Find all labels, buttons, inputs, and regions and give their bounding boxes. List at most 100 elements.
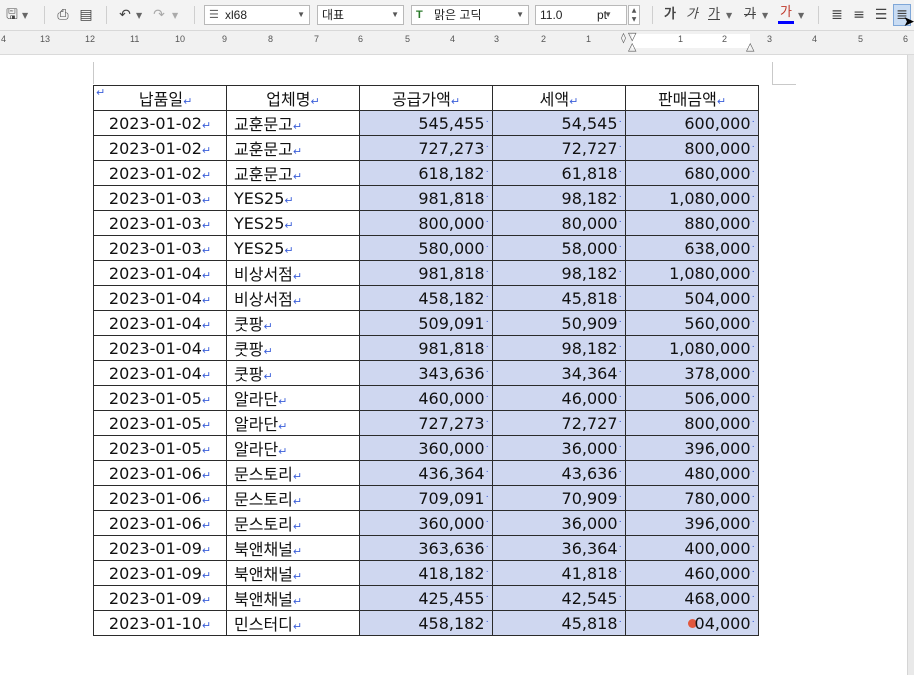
total-cell[interactable]: 396,000˙ <box>625 435 759 461</box>
redo-icon[interactable]: ↷ <box>150 5 168 25</box>
font-color-button[interactable]: 가 <box>778 4 794 24</box>
date-cell[interactable]: 2023-01-03↵ <box>93 210 227 236</box>
company-cell[interactable]: 북앤채널↵ <box>226 585 360 611</box>
supply-cell[interactable]: 360,000˙ <box>359 435 493 461</box>
company-cell[interactable]: 교훈문고↵ <box>226 110 360 136</box>
italic-button[interactable]: 가 <box>684 5 700 25</box>
date-cell[interactable]: 2023-01-09↵ <box>93 560 227 586</box>
company-cell[interactable]: 알라단↵ <box>226 385 360 411</box>
date-cell[interactable]: 2023-01-04↵ <box>93 260 227 286</box>
tax-cell[interactable]: 36,000˙ <box>492 510 626 536</box>
undo-icon[interactable]: ↶ <box>116 5 134 25</box>
total-cell[interactable]: 378,000˙ <box>625 360 759 386</box>
date-cell[interactable]: 2023-01-09↵ <box>93 535 227 561</box>
date-cell[interactable]: 2023-01-05↵ <box>93 435 227 461</box>
company-cell[interactable]: YES25↵ <box>226 210 360 236</box>
company-cell[interactable]: 교훈문고↵ <box>226 135 360 161</box>
tax-cell[interactable]: 72,727˙ <box>492 410 626 436</box>
supply-cell[interactable]: 981,818˙ <box>359 335 493 361</box>
date-cell[interactable]: 2023-01-04↵ <box>93 335 227 361</box>
total-cell[interactable]: 04,000˙ <box>625 610 759 636</box>
tax-cell[interactable]: 50,909˙ <box>492 310 626 336</box>
total-cell[interactable]: 880,000˙ <box>625 210 759 236</box>
tax-cell[interactable]: 58,000˙ <box>492 235 626 261</box>
underline-button[interactable]: 가 <box>706 5 722 25</box>
underline-dropdown-icon[interactable]: ▼ <box>726 6 732 26</box>
supply-cell[interactable]: 618,182˙ <box>359 160 493 186</box>
supply-cell[interactable]: 363,636˙ <box>359 535 493 561</box>
total-cell[interactable]: 396,000˙ <box>625 510 759 536</box>
tax-cell[interactable]: 36,364˙ <box>492 535 626 561</box>
save-icon[interactable]: 🖫 <box>4 5 20 25</box>
tax-cell[interactable]: 36,000˙ <box>492 435 626 461</box>
supply-cell[interactable]: 727,273˙ <box>359 135 493 161</box>
company-cell[interactable]: 비상서점↵ <box>226 260 360 286</box>
tax-cell[interactable]: 46,000˙ <box>492 385 626 411</box>
company-cell[interactable]: 비상서점↵ <box>226 285 360 311</box>
date-cell[interactable]: 2023-01-03↵ <box>93 235 227 261</box>
tax-cell[interactable]: 41,818˙ <box>492 560 626 586</box>
supply-cell[interactable]: 580,000˙ <box>359 235 493 261</box>
supply-cell[interactable]: 800,000˙ <box>359 210 493 236</box>
date-cell[interactable]: 2023-01-02↵ <box>93 160 227 186</box>
tax-cell[interactable]: 72,727˙ <box>492 135 626 161</box>
total-cell[interactable]: 400,000˙ <box>625 535 759 561</box>
tax-cell[interactable]: 70,909˙ <box>492 485 626 511</box>
date-cell[interactable]: 2023-01-02↵ <box>93 110 227 136</box>
save-dropdown-icon[interactable]: ▼ <box>22 6 28 26</box>
left-indent-icon[interactable]: △ <box>628 40 636 53</box>
font-color-dropdown-icon[interactable]: ▼ <box>798 6 804 26</box>
bold-button[interactable]: 가 <box>662 5 678 25</box>
vertical-scrollbar[interactable] <box>907 55 914 675</box>
date-cell[interactable]: 2023-01-06↵ <box>93 485 227 511</box>
company-cell[interactable]: YES25↵ <box>226 235 360 261</box>
tax-cell[interactable]: 42,545˙ <box>492 585 626 611</box>
total-cell[interactable]: 506,000˙ <box>625 385 759 411</box>
strikethrough-button[interactable]: 가 <box>742 5 758 25</box>
supply-cell[interactable]: 458,182˙ <box>359 285 493 311</box>
date-cell[interactable]: 2023-01-09↵ <box>93 585 227 611</box>
right-indent-icon[interactable]: △ <box>746 40 754 53</box>
company-cell[interactable]: 교훈문고↵ <box>226 160 360 186</box>
company-cell[interactable]: 문스토리↵ <box>226 510 360 536</box>
date-cell[interactable]: 2023-01-10↵ <box>93 610 227 636</box>
supply-cell[interactable]: 727,273˙ <box>359 410 493 436</box>
company-cell[interactable]: 알라단↵ <box>226 410 360 436</box>
date-cell[interactable]: 2023-01-06↵ <box>93 460 227 486</box>
header-cell[interactable]: 공급가액↵ <box>359 85 493 111</box>
style-select[interactable]: ☰ xl68 ▼ <box>204 5 310 25</box>
company-cell[interactable]: 민스터디↵ <box>226 610 360 636</box>
supply-cell[interactable]: 360,000˙ <box>359 510 493 536</box>
total-cell[interactable]: 800,000˙ <box>625 135 759 161</box>
supply-cell[interactable]: 436,364˙ <box>359 460 493 486</box>
total-cell[interactable]: 468,000˙ <box>625 585 759 611</box>
supply-cell[interactable]: 545,455˙ <box>359 110 493 136</box>
font-size-field[interactable]: 11.0 pt ▼ <box>535 5 627 25</box>
header-cell[interactable]: 판매금액↵ <box>625 85 759 111</box>
date-cell[interactable]: 2023-01-05↵ <box>93 385 227 411</box>
indent-marker-icon[interactable]: ◊ <box>621 33 626 44</box>
supply-cell[interactable]: 425,455˙ <box>359 585 493 611</box>
supply-cell[interactable]: 981,818˙ <box>359 185 493 211</box>
total-cell[interactable]: 560,000˙ <box>625 310 759 336</box>
date-cell[interactable]: 2023-01-03↵ <box>93 185 227 211</box>
tax-cell[interactable]: 98,182˙ <box>492 185 626 211</box>
tax-cell[interactable]: 54,545˙ <box>492 110 626 136</box>
company-cell[interactable]: 북앤채널↵ <box>226 535 360 561</box>
total-cell[interactable]: 680,000˙ <box>625 160 759 186</box>
total-cell[interactable]: 1,080,000˙ <box>625 335 759 361</box>
date-cell[interactable]: 2023-01-04↵ <box>93 310 227 336</box>
company-cell[interactable]: 문스토리↵ <box>226 460 360 486</box>
date-cell[interactable]: 2023-01-04↵ <box>93 360 227 386</box>
preview-icon[interactable]: ▤ <box>78 5 94 25</box>
supply-cell[interactable]: 418,182˙ <box>359 560 493 586</box>
undo-dropdown-icon[interactable]: ▼ <box>136 6 142 26</box>
total-cell[interactable]: 600,000˙ <box>625 110 759 136</box>
supply-cell[interactable]: 981,818˙ <box>359 260 493 286</box>
supply-cell[interactable]: 343,636˙ <box>359 360 493 386</box>
date-cell[interactable]: 2023-01-04↵ <box>93 285 227 311</box>
tax-cell[interactable]: 98,182˙ <box>492 260 626 286</box>
company-cell[interactable]: 알라단↵ <box>226 435 360 461</box>
total-cell[interactable]: 780,000˙ <box>625 485 759 511</box>
language-select[interactable]: 대표 ▼ <box>317 5 404 25</box>
